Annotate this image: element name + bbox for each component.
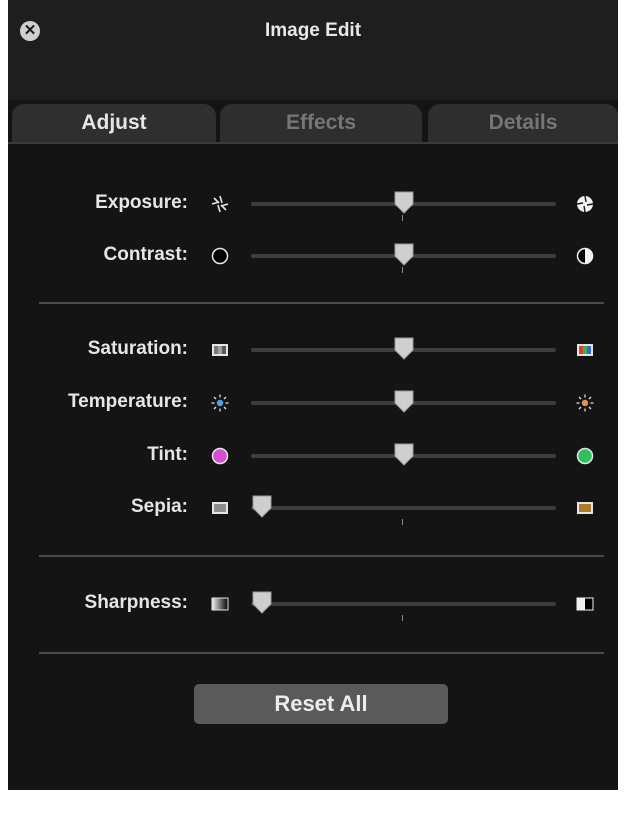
reset-all-button[interactable]: Reset All <box>194 684 448 724</box>
sharpness-label: Sharpness: <box>84 592 188 613</box>
color-bars-icon <box>577 344 593 356</box>
aperture-open-icon <box>211 195 229 213</box>
title-bar: ✕ Image Edit <box>8 0 618 100</box>
sharpness-slider-thumb[interactable] <box>251 590 273 614</box>
aperture-closed-icon <box>576 195 594 213</box>
sharpness-slider[interactable] <box>251 602 556 606</box>
temperature-row: Temperature: <box>8 383 618 423</box>
exposure-label: Exposure: <box>95 192 188 213</box>
saturation-row: Saturation: <box>8 330 618 370</box>
section-divider <box>39 652 604 654</box>
tab-bar-divider <box>8 142 618 144</box>
magenta-circle-icon <box>211 447 229 465</box>
green-circle-icon <box>576 447 594 465</box>
exposure-center-tick <box>402 215 403 221</box>
exposure-slider-thumb[interactable] <box>393 190 415 214</box>
contrast-slider-thumb[interactable] <box>393 242 415 266</box>
sepia-slider[interactable] <box>251 506 556 510</box>
exposure-row: Exposure: <box>8 184 618 224</box>
tint-slider-thumb[interactable] <box>393 442 415 466</box>
saturation-slider-thumb[interactable] <box>393 336 415 360</box>
sepia-slider-thumb[interactable] <box>251 494 273 518</box>
filled-circle-icon <box>211 247 229 265</box>
tab-details[interactable]: Details <box>428 104 618 142</box>
cool-sun-icon <box>211 394 229 412</box>
sepia-label: Sepia: <box>130 496 188 517</box>
contrast-label: Contrast: <box>103 244 188 265</box>
half-circle-icon <box>576 247 594 265</box>
tint-row: Tint: <box>8 436 618 476</box>
tab-adjust[interactable]: Adjust <box>12 104 216 142</box>
warm-sun-icon <box>576 394 594 412</box>
tab-effects[interactable]: Effects <box>220 104 422 142</box>
soft-gradient-icon <box>211 597 229 611</box>
image-edit-panel: ✕ Image Edit Adjust Effects Details Expo… <box>8 0 618 790</box>
gray-square-icon <box>212 502 228 514</box>
sharp-edge-icon <box>576 597 594 611</box>
sepia-center-tick <box>402 519 403 525</box>
section-divider <box>39 302 604 304</box>
contrast-center-tick <box>402 267 403 273</box>
tint-label: Tint: <box>147 444 188 465</box>
contrast-row: Contrast: <box>8 236 618 276</box>
section-divider <box>39 555 604 557</box>
sepia-square-icon <box>577 502 593 514</box>
sepia-row: Sepia: <box>8 488 618 528</box>
temperature-label: Temperature: <box>67 391 188 412</box>
sharpness-center-tick <box>402 615 403 621</box>
window-title: Image Edit <box>264 20 362 41</box>
temperature-slider-thumb[interactable] <box>393 389 415 413</box>
sharpness-row: Sharpness: <box>8 584 618 624</box>
saturation-label: Saturation: <box>87 338 188 359</box>
desaturated-bars-icon <box>212 344 228 356</box>
